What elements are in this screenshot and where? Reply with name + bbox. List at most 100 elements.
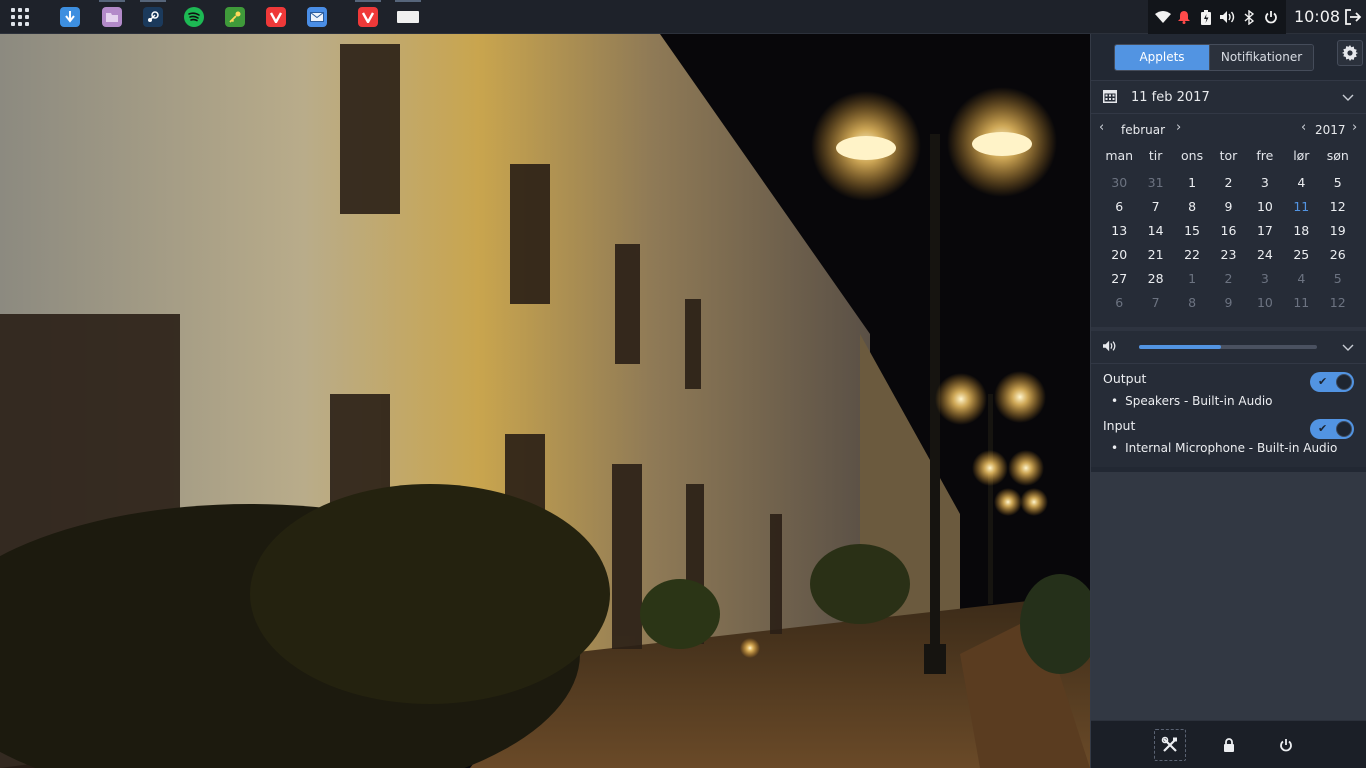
calendar-day[interactable]: 12 <box>1320 195 1356 219</box>
calendar-day[interactable]: 1 <box>1174 267 1210 291</box>
calendar-day-today[interactable]: 11 <box>1283 195 1319 219</box>
input-toggle[interactable]: ✔ <box>1310 419 1354 439</box>
input-device-item[interactable]: Internal Microphone - Built-in Audio <box>1103 437 1354 459</box>
calendar-day[interactable]: 3 <box>1247 171 1283 195</box>
download-arrow-icon <box>60 7 80 27</box>
calendar-day[interactable]: 22 <box>1174 243 1210 267</box>
calendar-day[interactable]: 2 <box>1210 171 1246 195</box>
power-icon[interactable] <box>1270 729 1302 761</box>
output-toggle[interactable]: ✔ <box>1310 372 1354 392</box>
weekday-label: man <box>1105 148 1134 163</box>
calendar-day[interactable]: 7 <box>1137 291 1173 315</box>
task-file-manager[interactable] <box>96 0 128 34</box>
clock[interactable]: 10:08 <box>1292 0 1342 34</box>
calendar-day[interactable]: 3 <box>1247 267 1283 291</box>
volume-icon[interactable] <box>1219 8 1237 26</box>
vivaldi-icon <box>266 7 286 27</box>
task-downloader[interactable] <box>54 0 86 34</box>
key-icon <box>225 7 245 27</box>
sound-header <box>1091 331 1366 363</box>
lock-icon[interactable] <box>1213 729 1245 761</box>
sound-applet: Output ✔ Speakers - Built-in Audio Input… <box>1091 327 1366 467</box>
tab-notifications[interactable]: Notifikationer <box>1209 44 1313 70</box>
bluetooth-icon[interactable] <box>1240 8 1258 26</box>
settings-tools-icon[interactable] <box>1154 729 1186 761</box>
app-grid-icon[interactable] <box>9 6 33 28</box>
raven-header: Applets Notifikationer <box>1091 34 1366 80</box>
calendar-day[interactable]: 4 <box>1283 267 1319 291</box>
system-tray <box>1148 0 1286 34</box>
prev-month-button[interactable]: ‹ <box>1099 121 1104 135</box>
calendar-day[interactable]: 8 <box>1174 291 1210 315</box>
calendar-day[interactable]: 17 <box>1247 219 1283 243</box>
calendar-day[interactable]: 31 <box>1137 171 1173 195</box>
output-device-item[interactable]: Speakers - Built-in Audio <box>1103 390 1354 412</box>
raven-view-switcher: Applets Notifikationer <box>1114 43 1314 71</box>
calendar-day[interactable]: 20 <box>1101 243 1137 267</box>
calendar-day[interactable]: 21 <box>1137 243 1173 267</box>
weekday-label: fre <box>1256 148 1274 163</box>
prev-year-button[interactable]: ‹ <box>1301 121 1306 135</box>
task-steam[interactable] <box>137 0 169 34</box>
weekday-label: søn <box>1326 148 1349 163</box>
power-icon[interactable] <box>1262 8 1280 26</box>
calendar-day[interactable]: 2 <box>1210 267 1246 291</box>
calendar-day[interactable]: 18 <box>1283 219 1319 243</box>
volume-level <box>1139 345 1221 349</box>
weekday-header: man tir ons tor fre lør søn <box>1101 147 1356 171</box>
calendar-day[interactable]: 10 <box>1247 195 1283 219</box>
window-icon <box>397 11 419 23</box>
calendar-day[interactable]: 15 <box>1174 219 1210 243</box>
calendar-day[interactable]: 28 <box>1137 267 1173 291</box>
calendar-day[interactable]: 25 <box>1283 243 1319 267</box>
chevron-down-icon[interactable] <box>1342 91 1354 103</box>
calendar-day[interactable]: 12 <box>1320 291 1356 315</box>
calendar-day[interactable]: 30 <box>1101 171 1137 195</box>
envelope-icon <box>307 7 327 27</box>
task-spotify[interactable] <box>178 0 210 34</box>
gear-icon[interactable] <box>1337 40 1363 66</box>
notification-bell-icon[interactable] <box>1175 8 1193 26</box>
steam-icon <box>143 7 163 27</box>
calendar-day[interactable]: 16 <box>1210 219 1246 243</box>
task-mail[interactable] <box>301 0 333 34</box>
calendar-day[interactable]: 9 <box>1210 195 1246 219</box>
calendar-day[interactable]: 6 <box>1101 291 1137 315</box>
calendar-day[interactable]: 6 <box>1101 195 1137 219</box>
calendar-day[interactable]: 5 <box>1320 171 1356 195</box>
calendar-day[interactable]: 11 <box>1283 291 1319 315</box>
calendar-day[interactable]: 10 <box>1247 291 1283 315</box>
calendar-grid: man tir ons tor fre lør søn 30 31 1 2 3 4 5 6 7 8 9 10 11 1… <box>1091 144 1366 315</box>
next-month-button[interactable]: › <box>1176 121 1181 135</box>
calendar-week-row: 30 31 1 2 3 4 5 <box>1101 171 1356 195</box>
calendar-day[interactable]: 19 <box>1320 219 1356 243</box>
calendar-day[interactable]: 14 <box>1137 219 1173 243</box>
tab-applets[interactable]: Applets <box>1115 44 1209 70</box>
calendar-day[interactable]: 27 <box>1101 267 1137 291</box>
calendar-day[interactable]: 1 <box>1174 171 1210 195</box>
wifi-icon[interactable] <box>1154 8 1172 26</box>
calendar-day[interactable]: 8 <box>1174 195 1210 219</box>
calendar-day[interactable]: 7 <box>1137 195 1173 219</box>
logout-icon[interactable] <box>1344 8 1362 26</box>
calendar-day[interactable]: 24 <box>1247 243 1283 267</box>
calendar-day[interactable]: 9 <box>1210 291 1246 315</box>
battery-icon[interactable] <box>1197 8 1215 26</box>
calendar-day[interactable]: 13 <box>1101 219 1137 243</box>
chevron-down-icon[interactable] <box>1342 341 1354 353</box>
calendar-day[interactable]: 5 <box>1320 267 1356 291</box>
task-password-manager[interactable] <box>219 0 251 34</box>
calendar-day[interactable]: 23 <box>1210 243 1246 267</box>
next-year-button[interactable]: › <box>1352 121 1357 135</box>
task-blank-window[interactable] <box>392 0 424 34</box>
spotify-icon <box>184 7 204 27</box>
task-vivaldi-window[interactable] <box>352 0 384 34</box>
task-vivaldi[interactable] <box>260 0 292 34</box>
volume-icon <box>1103 340 1117 355</box>
calendar-day[interactable]: 4 <box>1283 171 1319 195</box>
vivaldi-icon <box>358 7 378 27</box>
calendar-day[interactable]: 26 <box>1320 243 1356 267</box>
volume-slider[interactable] <box>1139 345 1317 349</box>
calendar-week-row: 13 14 15 16 17 18 19 <box>1101 219 1356 243</box>
raven-empty-area <box>1091 472 1366 720</box>
